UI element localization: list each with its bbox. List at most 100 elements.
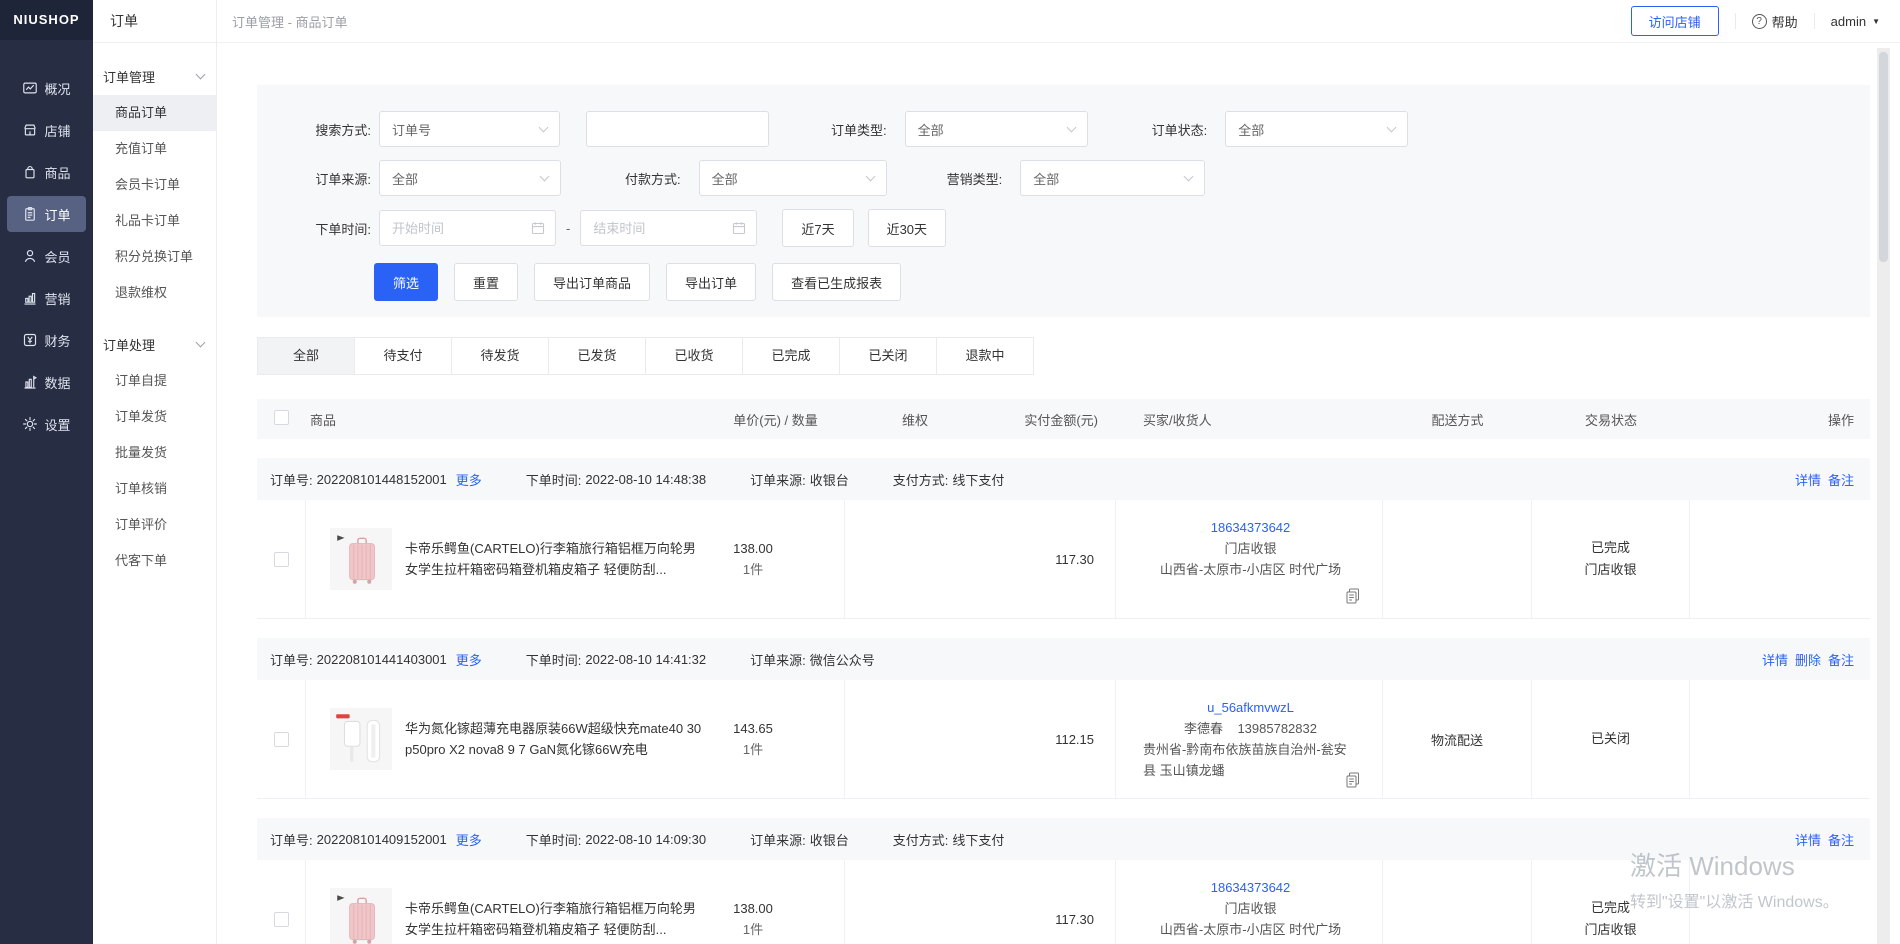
submenu-item-refund-rights[interactable]: 退款维权 bbox=[93, 275, 216, 311]
row-checkbox[interactable] bbox=[274, 732, 289, 747]
end-date-field[interactable] bbox=[593, 221, 732, 236]
last-7-days-button[interactable]: 近7天 bbox=[782, 209, 853, 247]
storefront-icon bbox=[22, 122, 38, 138]
more-link[interactable]: 更多 bbox=[456, 830, 482, 849]
filter-button[interactable]: 筛选 bbox=[374, 263, 438, 301]
sidebar-item-marketing[interactable]: 营销 bbox=[7, 280, 86, 316]
submenu-item-membercard-orders[interactable]: 会员卡订单 bbox=[93, 167, 216, 203]
detail-link[interactable]: 详情 bbox=[1795, 830, 1821, 849]
trade-status-sub: 门店收银 bbox=[1584, 919, 1636, 941]
product-title[interactable]: 卡帝乐鳄鱼(CARTELO)行李箱旅行箱铝框万向轮男女学生拉杆箱密码箱登机箱皮箱… bbox=[405, 898, 705, 940]
status-cell: 已完成 门店收银 bbox=[1532, 500, 1690, 618]
product-image-charger[interactable] bbox=[330, 708, 392, 770]
submenu-item-order-writeoff[interactable]: 订单核销 bbox=[93, 471, 216, 507]
submenu-item-proxy-order[interactable]: 代客下单 bbox=[93, 543, 216, 579]
buyer-link[interactable]: 18634373642 bbox=[1211, 517, 1291, 538]
col-header-refund: 维权 bbox=[845, 410, 985, 429]
sidebar-item-finance[interactable]: 财务 bbox=[7, 322, 86, 358]
tab-to-ship[interactable]: 待发货 bbox=[451, 337, 549, 375]
search-type-select[interactable]: 订单号 bbox=[379, 111, 560, 147]
last-30-days-button[interactable]: 近30天 bbox=[868, 209, 946, 247]
delete-link[interactable]: 删除 bbox=[1795, 650, 1821, 669]
order-type-select[interactable]: 全部 bbox=[905, 111, 1088, 147]
submenu-item-recharge-orders[interactable]: 充值订单 bbox=[93, 131, 216, 167]
scrollbar-thumb[interactable] bbox=[1879, 52, 1888, 262]
order-group: 订单号:202208101441403001更多 下单时间:2022-08-10… bbox=[257, 638, 1900, 799]
marketing-type-select[interactable]: 全部 bbox=[1020, 160, 1205, 196]
tab-done[interactable]: 已完成 bbox=[742, 337, 840, 375]
paid-amount: 117.30 bbox=[1055, 912, 1094, 927]
buyer-cell: 18634373642 门店收银 山西省-太原市-小店区 时代广场 bbox=[1116, 860, 1383, 944]
chevron-down-icon bbox=[196, 70, 206, 80]
view-reports-button[interactable]: 查看已生成报表 bbox=[772, 263, 901, 301]
tab-received[interactable]: 已收货 bbox=[645, 337, 743, 375]
row-checkbox[interactable] bbox=[274, 912, 289, 927]
user-menu[interactable]: admin ▼ bbox=[1831, 14, 1880, 29]
product-title[interactable]: 华为氮化镓超薄充电器原装66W超级快充mate40 30 p50pro X2 n… bbox=[405, 718, 705, 760]
order-source-value: 微信公众号 bbox=[810, 650, 875, 669]
sidebar-item-overview[interactable]: 概况 bbox=[7, 70, 86, 106]
sidebar-item-goods[interactable]: 商品 bbox=[7, 154, 86, 190]
submenu-item-self-pickup[interactable]: 订单自提 bbox=[93, 363, 216, 399]
select-all-checkbox[interactable] bbox=[274, 410, 289, 425]
export-order-goods-button[interactable]: 导出订单商品 bbox=[534, 263, 650, 301]
submenu-item-points-orders[interactable]: 积分兑换订单 bbox=[93, 239, 216, 275]
paid-amount: 117.30 bbox=[1055, 552, 1094, 567]
copy-icon[interactable] bbox=[1346, 588, 1360, 604]
submenu-group-header[interactable]: 订单管理 bbox=[93, 57, 216, 95]
unit-price: 138.00 bbox=[733, 898, 773, 919]
tab-unpaid[interactable]: 待支付 bbox=[354, 337, 452, 375]
end-date-input[interactable] bbox=[580, 210, 757, 246]
tab-shipped[interactable]: 已发货 bbox=[548, 337, 646, 375]
submenu-item-goods-orders[interactable]: 商品订单 bbox=[93, 95, 216, 131]
sidebar-item-settings[interactable]: 设置 bbox=[7, 406, 86, 442]
tab-all[interactable]: 全部 bbox=[257, 337, 355, 375]
order-time-label: 下单时间: bbox=[275, 219, 371, 238]
calendar-icon bbox=[732, 221, 746, 235]
tab-closed[interactable]: 已关闭 bbox=[839, 337, 937, 375]
bar-chart-icon bbox=[22, 290, 38, 306]
submenu-group-header[interactable]: 订单处理 bbox=[93, 325, 216, 363]
detail-link[interactable]: 详情 bbox=[1795, 470, 1821, 489]
sidebar-item-members[interactable]: 会员 bbox=[7, 238, 86, 274]
product-image-luggage[interactable] bbox=[330, 888, 392, 944]
sidebar-item-data[interactable]: 数据 bbox=[7, 364, 86, 400]
order-status-select[interactable]: 全部 bbox=[1225, 111, 1408, 147]
product-title[interactable]: 卡帝乐鳄鱼(CARTELO)行李箱旅行箱铝框万向轮男女学生拉杆箱密码箱登机箱皮箱… bbox=[405, 538, 705, 580]
remark-link[interactable]: 备注 bbox=[1828, 830, 1854, 849]
export-orders-button[interactable]: 导出订单 bbox=[666, 263, 756, 301]
remark-link[interactable]: 备注 bbox=[1828, 650, 1854, 669]
reset-button[interactable]: 重置 bbox=[454, 263, 518, 301]
submenu-item-giftcard-orders[interactable]: 礼品卡订单 bbox=[93, 203, 216, 239]
help-link[interactable]: ? 帮助 bbox=[1752, 12, 1798, 31]
buyer-cell: 18634373642 门店收银 山西省-太原市-小店区 时代广场 bbox=[1116, 500, 1383, 618]
detail-link[interactable]: 详情 bbox=[1762, 650, 1788, 669]
remark-link[interactable]: 备注 bbox=[1828, 470, 1854, 489]
search-keyword-input[interactable] bbox=[586, 111, 769, 147]
pay-type-value: 线下支付 bbox=[952, 470, 1004, 489]
visit-shop-button[interactable]: 访问店铺 bbox=[1631, 6, 1719, 36]
product-cell: 华为氮化镓超薄充电器原装66W超级快充mate40 30 p50pro X2 n… bbox=[306, 680, 706, 798]
buyer-link[interactable]: u_56afkmvwzL bbox=[1207, 697, 1294, 718]
pay-method-select[interactable]: 全部 bbox=[699, 160, 887, 196]
action-cell bbox=[1690, 680, 1870, 798]
scrollbar[interactable] bbox=[1877, 48, 1890, 944]
more-link[interactable]: 更多 bbox=[456, 470, 482, 489]
order-source-select[interactable]: 全部 bbox=[379, 160, 561, 196]
more-link[interactable]: 更多 bbox=[456, 650, 482, 669]
sidebar-item-orders[interactable]: 订单 bbox=[7, 196, 86, 232]
row-checkbox[interactable] bbox=[274, 552, 289, 567]
person-icon bbox=[22, 248, 38, 264]
order-no-value: 202208101409152001 bbox=[317, 832, 447, 847]
start-date-field[interactable] bbox=[392, 221, 531, 236]
submenu-item-batch-shipping[interactable]: 批量发货 bbox=[93, 435, 216, 471]
product-image-luggage[interactable] bbox=[330, 528, 392, 590]
submenu-item-order-reviews[interactable]: 订单评价 bbox=[93, 507, 216, 543]
unit-price: 143.65 bbox=[733, 718, 773, 739]
submenu-item-order-shipping[interactable]: 订单发货 bbox=[93, 399, 216, 435]
copy-icon[interactable] bbox=[1346, 772, 1360, 788]
tab-refunding[interactable]: 退款中 bbox=[936, 337, 1034, 375]
start-date-input[interactable] bbox=[379, 210, 556, 246]
sidebar-item-shop[interactable]: 店铺 bbox=[7, 112, 86, 148]
buyer-link[interactable]: 18634373642 bbox=[1211, 877, 1291, 898]
